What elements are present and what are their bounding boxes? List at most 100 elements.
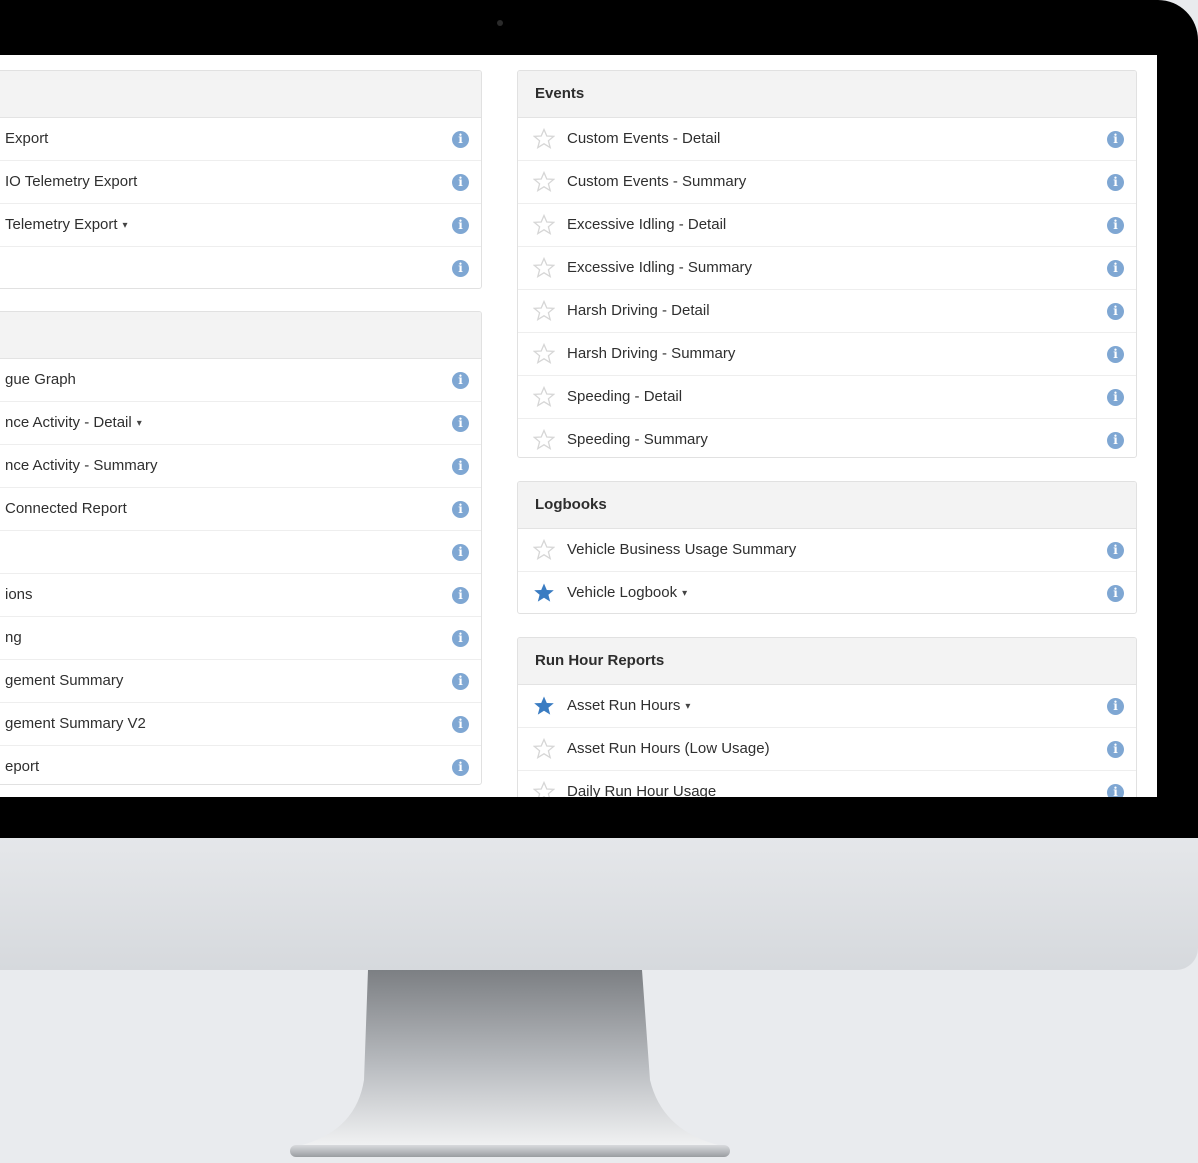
report-label[interactable]: nce Activity - Detail ▾ xyxy=(5,402,142,445)
report-label[interactable]: Harsh Driving - Summary xyxy=(567,333,735,375)
info-icon[interactable]: i xyxy=(452,174,469,191)
star-filled-icon[interactable] xyxy=(533,695,555,717)
report-row[interactable]: ng i xyxy=(0,617,481,660)
report-label[interactable]: Export xyxy=(5,118,48,160)
report-row[interactable]: Excessive Idling - Detail i xyxy=(518,204,1136,247)
report-label[interactable]: ions xyxy=(5,574,33,616)
report-label[interactable]: Excessive Idling - Summary xyxy=(567,247,752,289)
star-filled-icon[interactable] xyxy=(533,582,555,604)
star-outline-icon[interactable] xyxy=(533,300,555,322)
info-icon[interactable]: i xyxy=(1107,542,1124,559)
camera-dot xyxy=(497,20,503,26)
report-row[interactable]: i xyxy=(0,247,481,288)
report-row[interactable]: eport i xyxy=(0,746,481,784)
info-icon[interactable]: i xyxy=(452,217,469,234)
report-row[interactable]: Telemetry Export ▾ i xyxy=(0,204,481,247)
report-label[interactable]: Vehicle Business Usage Summary xyxy=(567,529,796,571)
report-row[interactable]: Speeding - Detail i xyxy=(518,376,1136,419)
report-row[interactable]: nce Activity - Summary i xyxy=(0,445,481,488)
report-label[interactable]: ng xyxy=(5,617,22,659)
info-icon[interactable]: i xyxy=(1107,174,1124,191)
info-icon[interactable]: i xyxy=(1107,389,1124,406)
info-icon[interactable]: i xyxy=(1107,432,1124,449)
report-label[interactable]: Custom Events - Summary xyxy=(567,161,746,203)
info-icon[interactable]: i xyxy=(1107,698,1124,715)
monitor-bezel: Export i IO Telemetry Export i Telemetry Exp… xyxy=(0,0,1198,838)
info-icon[interactable]: i xyxy=(1107,131,1124,148)
report-row[interactable]: gement Summary V2 i xyxy=(0,703,481,746)
report-row[interactable]: Custom Events - Detail i xyxy=(518,118,1136,161)
report-label[interactable]: Daily Run Hour Usage xyxy=(567,771,716,797)
info-icon[interactable]: i xyxy=(452,501,469,518)
screen: Export i IO Telemetry Export i Telemetry Exp… xyxy=(0,55,1157,797)
star-outline-icon[interactable] xyxy=(533,343,555,365)
info-icon[interactable]: i xyxy=(1107,741,1124,758)
events-title: Events xyxy=(518,71,1136,118)
report-row[interactable]: i xyxy=(0,531,481,574)
info-icon[interactable]: i xyxy=(1107,346,1124,363)
info-icon[interactable]: i xyxy=(452,630,469,647)
star-outline-icon[interactable] xyxy=(533,429,555,451)
info-icon[interactable]: i xyxy=(1107,585,1124,602)
report-row[interactable]: Custom Events - Summary i xyxy=(518,161,1136,204)
report-label[interactable]: nce Activity - Summary xyxy=(5,445,158,487)
report-label[interactable]: Speeding - Summary xyxy=(567,419,708,457)
report-label[interactable]: Asset Run Hours (Low Usage) xyxy=(567,728,770,770)
report-row[interactable]: ions i xyxy=(0,574,481,617)
star-outline-icon[interactable] xyxy=(533,386,555,408)
report-row[interactable]: Harsh Driving - Summary i xyxy=(518,333,1136,376)
caret-down-icon[interactable]: ▾ xyxy=(123,220,128,231)
report-label[interactable]: gue Graph xyxy=(5,359,76,401)
info-icon[interactable]: i xyxy=(452,544,469,561)
report-row[interactable]: IO Telemetry Export i xyxy=(0,161,481,204)
info-icon[interactable]: i xyxy=(452,131,469,148)
star-outline-icon[interactable] xyxy=(533,738,555,760)
report-row[interactable]: nce Activity - Detail ▾ i xyxy=(0,402,481,445)
report-label[interactable]: Asset Run Hours ▾ xyxy=(567,685,690,728)
report-label[interactable]: Custom Events - Detail xyxy=(567,118,720,160)
report-label[interactable]: Speeding - Detail xyxy=(567,376,682,418)
star-outline-icon[interactable] xyxy=(533,128,555,150)
info-icon[interactable]: i xyxy=(452,716,469,733)
report-label[interactable]: eport xyxy=(5,746,39,784)
star-outline-icon[interactable] xyxy=(533,539,555,561)
star-outline-icon[interactable] xyxy=(533,171,555,193)
info-icon[interactable]: i xyxy=(452,372,469,389)
info-icon[interactable]: i xyxy=(1107,217,1124,234)
info-icon[interactable]: i xyxy=(452,587,469,604)
report-label[interactable]: gement Summary xyxy=(5,660,123,702)
info-icon[interactable]: i xyxy=(452,673,469,690)
info-icon[interactable]: i xyxy=(452,260,469,277)
report-row[interactable]: Vehicle Logbook ▾ i xyxy=(518,572,1136,613)
info-icon[interactable]: i xyxy=(452,458,469,475)
report-label[interactable]: Vehicle Logbook ▾ xyxy=(567,572,687,613)
info-icon[interactable]: i xyxy=(1107,303,1124,320)
report-row[interactable]: Harsh Driving - Detail i xyxy=(518,290,1136,333)
star-outline-icon[interactable] xyxy=(533,214,555,236)
report-label[interactable]: Harsh Driving - Detail xyxy=(567,290,710,332)
caret-down-icon[interactable]: ▾ xyxy=(137,418,142,429)
report-row[interactable]: Vehicle Business Usage Summary i xyxy=(518,529,1136,572)
report-row[interactable]: Connected Report i xyxy=(0,488,481,531)
report-label[interactable]: IO Telemetry Export xyxy=(5,161,137,203)
report-row[interactable]: Speeding - Summary i xyxy=(518,419,1136,457)
report-row[interactable]: Asset Run Hours ▾ i xyxy=(518,685,1136,728)
info-icon[interactable]: i xyxy=(1107,784,1124,797)
report-row[interactable]: gue Graph i xyxy=(0,359,481,402)
report-label[interactable]: Connected Report xyxy=(5,488,127,530)
report-row[interactable]: Export i xyxy=(0,118,481,161)
info-icon[interactable]: i xyxy=(452,415,469,432)
report-row[interactable]: Excessive Idling - Summary i xyxy=(518,247,1136,290)
report-row[interactable]: Asset Run Hours (Low Usage) i xyxy=(518,728,1136,771)
star-outline-icon[interactable] xyxy=(533,781,555,797)
info-icon[interactable]: i xyxy=(452,759,469,776)
caret-down-icon[interactable]: ▾ xyxy=(685,701,690,712)
star-outline-icon[interactable] xyxy=(533,257,555,279)
report-row[interactable]: gement Summary i xyxy=(0,660,481,703)
report-label[interactable]: gement Summary V2 xyxy=(5,703,146,745)
report-row[interactable]: Daily Run Hour Usage i xyxy=(518,771,1136,797)
info-icon[interactable]: i xyxy=(1107,260,1124,277)
report-label[interactable]: Excessive Idling - Detail xyxy=(567,204,726,246)
caret-down-icon[interactable]: ▾ xyxy=(682,588,687,599)
report-label[interactable]: Telemetry Export ▾ xyxy=(5,204,128,247)
